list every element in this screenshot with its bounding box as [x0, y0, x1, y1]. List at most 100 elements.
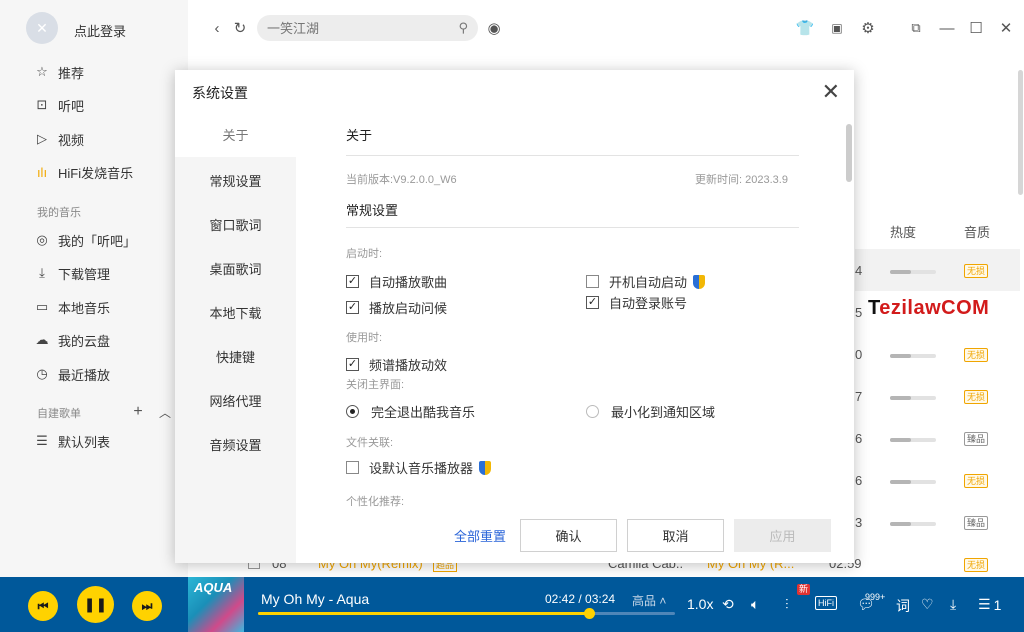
sidebar-item-recent[interactable]: ◷ 最近播放	[34, 363, 110, 385]
table-row-highlight	[855, 249, 1020, 291]
tab-general[interactable]: 常规设置	[175, 171, 296, 190]
autoplay-checkbox[interactable]: ✓ 自动播放歌曲	[346, 272, 447, 291]
hifi-button[interactable]: HiFi	[815, 596, 837, 610]
playlist-queue-icon[interactable]: ☰ 1	[978, 596, 1001, 613]
autologin-checkbox[interactable]: ✓ 自动登录账号	[586, 293, 687, 312]
sidebar-item-cloud[interactable]: ☁ 我的云盘	[34, 329, 111, 351]
add-playlist-icon[interactable]: +	[128, 402, 148, 422]
quality-badge: 无损	[964, 474, 989, 488]
loop-mode-icon[interactable]: ⟲	[722, 596, 734, 613]
progress-bar[interactable]	[258, 608, 675, 619]
quality-badge: 无损	[964, 264, 989, 278]
search-input[interactable]	[267, 20, 447, 36]
close-window-icon[interactable]: ✕	[996, 18, 1016, 38]
heat-bar	[890, 480, 936, 484]
close-main-label: 关闭主界面:	[346, 379, 405, 391]
tab-shortcuts[interactable]: 快捷键	[175, 347, 296, 366]
mini-player-icon[interactable]: ⧉	[906, 18, 926, 38]
search-box[interactable]: ⚲	[257, 15, 478, 41]
star-icon: ☆	[36, 64, 48, 79]
new-badge: 新	[797, 584, 811, 595]
main-scrollbar[interactable]	[1018, 70, 1023, 195]
sidebar-item-tingba[interactable]: ⊡ 听吧	[34, 94, 84, 116]
dialog-close-icon[interactable]: ✕	[822, 81, 840, 103]
my-music-heading: 我的音乐	[37, 207, 81, 219]
apply-button[interactable]: 应用	[734, 519, 831, 552]
equalizer-icon[interactable]: ⫶	[785, 596, 789, 613]
quality-column-header: 音质	[964, 225, 991, 240]
shield-icon	[479, 460, 492, 475]
download-icon: ⤓	[39, 265, 45, 280]
quality-badge: 臻品	[964, 516, 989, 530]
progress-knob[interactable]	[584, 608, 596, 619]
playback-speed[interactable]: 1.0x	[687, 596, 713, 612]
album-cover[interactable]: AQUA	[188, 577, 244, 632]
volume-icon[interactable]: 🔈︎	[751, 596, 759, 613]
watermark: TezilawCOM	[868, 297, 990, 319]
heart-icon[interactable]: ♡	[921, 596, 934, 613]
refresh-icon[interactable]: ↻	[230, 18, 250, 38]
quality-selector[interactable]: 高品 ˄	[632, 592, 666, 609]
checkbox-checked[interactable]: ✓	[346, 275, 359, 288]
lyrics-button[interactable]: 词	[896, 596, 910, 616]
heat-bar	[890, 522, 936, 526]
sidebar-item-recommend[interactable]: ☆ 推荐	[34, 61, 84, 83]
quality-badge: 臻品	[964, 432, 989, 446]
reset-all-button[interactable]: 全部重置	[445, 519, 515, 552]
tab-about[interactable]: 关于	[175, 115, 296, 157]
collapse-icon[interactable]: ︿	[155, 402, 175, 422]
heat-column-header: 热度	[890, 225, 917, 240]
checkbox-checked[interactable]: ✓	[346, 358, 359, 371]
checkbox-unchecked[interactable]	[586, 275, 599, 288]
voice-search-icon[interactable]: ◉	[484, 18, 504, 38]
tab-audio[interactable]: 音频设置	[175, 435, 296, 454]
playlist-icon: ☰	[36, 433, 48, 448]
settings-icon[interactable]: ⚙	[858, 18, 878, 38]
checkbox-checked[interactable]: ✓	[586, 296, 599, 309]
chevron-up-icon: ˄	[659, 594, 667, 608]
now-playing-title[interactable]: My Oh My - Aqua	[261, 591, 369, 607]
progress-fill	[258, 612, 590, 615]
tab-network-proxy[interactable]: 网络代理	[175, 391, 296, 410]
dialog-scrollbar[interactable]	[846, 124, 852, 182]
sidebar-item-default-list[interactable]: ☰ 默认列表	[34, 430, 110, 452]
avatar[interactable]: ✕	[26, 12, 58, 44]
greeting-checkbox[interactable]: ✓ 播放启动问候	[346, 298, 447, 317]
tab-window-lyrics[interactable]: 窗口歌词	[175, 215, 296, 234]
sidebar-item-video[interactable]: ▷ 视频	[34, 128, 84, 150]
skin-icon[interactable]: 👕	[795, 18, 815, 38]
search-icon[interactable]: ⚲	[458, 20, 468, 36]
default-player-checkbox[interactable]: 设默认音乐播放器	[346, 458, 492, 477]
sidebar-item-hifi[interactable]: ılı HiFi发烧音乐	[34, 161, 133, 183]
checkbox-checked[interactable]: ✓	[346, 301, 359, 314]
radio-selected[interactable]	[346, 405, 359, 418]
spectrum-checkbox[interactable]: ✓ 频谱播放动效	[346, 355, 447, 374]
confirm-button[interactable]: 确认	[520, 519, 617, 552]
tab-local-download[interactable]: 本地下载	[175, 303, 296, 322]
exit-radio[interactable]: 完全退出酷我音乐	[346, 402, 475, 421]
startup-label: 启动时:	[346, 248, 383, 260]
row-number: 0	[855, 347, 863, 362]
sidebar-item-my-tingba[interactable]: ◎ 我的「听吧」	[34, 229, 136, 251]
radio-unselected[interactable]	[586, 405, 599, 418]
playlist-count: 1	[993, 596, 1002, 613]
cancel-button[interactable]: 取消	[627, 519, 724, 552]
minimize-icon[interactable]: —	[937, 18, 957, 38]
sidebar-item-local-music[interactable]: ▭ 本地音乐	[34, 296, 110, 318]
hifi-wave-icon: ılı	[36, 164, 48, 180]
mini-mode-icon[interactable]: ▣	[827, 18, 847, 38]
pause-button[interactable]: ❚❚	[77, 586, 114, 623]
download-icon[interactable]: ⤓	[950, 596, 956, 613]
minimize-radio[interactable]: 最小化到通知区域	[586, 402, 715, 421]
maximize-icon[interactable]: ☐	[966, 18, 986, 38]
boot-start-checkbox[interactable]: 开机自动启动	[586, 272, 706, 291]
next-track-button[interactable]: ⏭	[132, 591, 162, 621]
login-link[interactable]: 点此登录	[74, 21, 126, 40]
checkbox-unchecked[interactable]	[346, 461, 359, 474]
row-number: 7	[855, 389, 863, 404]
previous-track-button[interactable]: ⏮	[28, 591, 58, 621]
row-number: 6	[855, 431, 863, 446]
back-icon[interactable]: ‹	[207, 18, 227, 38]
tab-desktop-lyrics[interactable]: 桌面歌词	[175, 259, 296, 278]
sidebar-item-downloads[interactable]: ⤓ 下载管理	[34, 262, 110, 284]
